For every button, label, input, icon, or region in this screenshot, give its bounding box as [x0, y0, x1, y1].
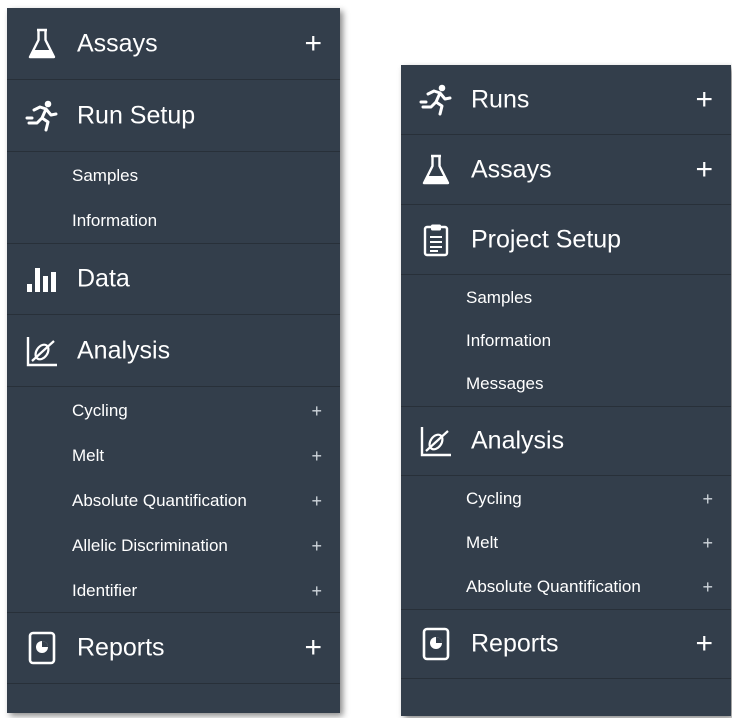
submenu-item-absolute-quantification[interactable]: Absolute Quantification +: [7, 478, 340, 523]
submenu-item-absolute-quantification[interactable]: Absolute Quantification +: [401, 565, 731, 609]
bar-chart-icon: [25, 262, 59, 296]
submenu-item-label: Cycling: [466, 489, 522, 508]
menu-item-data[interactable]: Data: [7, 243, 340, 315]
submenu-item-cycling[interactable]: Cycling +: [401, 477, 731, 521]
flask-icon: [419, 153, 453, 187]
submenu-item-label: Identifier: [72, 580, 138, 600]
submenu-item-label: Information: [72, 210, 158, 230]
submenu-item-samples[interactable]: Samples: [7, 153, 340, 198]
submenu-item-label: Melt: [72, 445, 105, 465]
menu-item-label: Assays: [77, 29, 158, 57]
menu-item-label: Reports: [77, 633, 165, 662]
runner-icon: [25, 99, 59, 133]
report-icon: [25, 631, 59, 665]
expand-icon[interactable]: +: [304, 28, 322, 59]
menu-item-label: Data: [77, 264, 130, 293]
submenu-item-label: Allelic Discrimination: [72, 535, 228, 555]
expand-icon[interactable]: +: [702, 490, 713, 508]
submenu-item-label: Absolute Quantification: [466, 577, 641, 596]
submenu-item-cycling[interactable]: Cycling +: [7, 388, 340, 433]
submenu-item-melt[interactable]: Melt +: [7, 433, 340, 478]
menu-item-assays[interactable]: Assays +: [401, 135, 731, 205]
menu-item-label: Assays: [471, 155, 552, 183]
menu-item-reports[interactable]: Reports +: [401, 609, 731, 679]
submenu-item-label: Melt: [466, 533, 499, 552]
expand-icon[interactable]: +: [304, 633, 322, 663]
expand-icon[interactable]: +: [311, 447, 322, 465]
right-navigation-menu: Runs + Assays + Project Setup Samples In…: [401, 65, 731, 716]
menu-item-analysis[interactable]: Analysis: [401, 406, 731, 476]
submenu-item-information[interactable]: Information: [401, 319, 731, 362]
submenu-item-identifier[interactable]: Identifier +: [7, 568, 340, 613]
expand-icon[interactable]: +: [311, 492, 322, 510]
menu-item-runs[interactable]: Runs +: [401, 65, 731, 135]
menu-item-label: Runs: [471, 85, 530, 113]
menu-item-label: Run Setup: [77, 101, 196, 129]
analysis-chart-icon: [419, 424, 453, 458]
analysis-chart-icon: [25, 334, 59, 368]
report-icon: [419, 627, 453, 661]
submenu-item-label: Messages: [466, 373, 544, 393]
runner-icon: [419, 83, 453, 117]
expand-icon[interactable]: +: [695, 629, 713, 659]
menu-item-label: Reports: [471, 629, 559, 658]
submenu-item-messages[interactable]: Messages: [401, 362, 731, 405]
menu-item-analysis[interactable]: Analysis: [7, 315, 340, 387]
submenu-item-label: Samples: [466, 287, 533, 307]
submenu-item-melt[interactable]: Melt +: [401, 521, 731, 565]
expand-icon[interactable]: +: [695, 84, 713, 115]
submenu-item-label: Absolute Quantification: [72, 490, 247, 510]
expand-icon[interactable]: +: [695, 154, 713, 185]
menu-item-run-setup[interactable]: Run Setup: [7, 80, 340, 152]
menu-item-reports[interactable]: Reports +: [7, 612, 340, 684]
menu-item-label: Analysis: [77, 336, 171, 364]
expand-icon[interactable]: +: [311, 537, 322, 555]
expand-icon[interactable]: +: [311, 582, 322, 600]
expand-icon[interactable]: +: [702, 578, 713, 596]
expand-icon[interactable]: +: [702, 534, 713, 552]
expand-icon[interactable]: +: [311, 402, 322, 420]
submenu-item-label: Samples: [72, 165, 139, 185]
flask-icon: [25, 27, 59, 61]
menu-item-assays[interactable]: Assays +: [7, 8, 340, 80]
submenu-item-information[interactable]: Information: [7, 198, 340, 243]
menu-item-label: Project Setup: [471, 225, 622, 253]
menu-item-project-setup[interactable]: Project Setup: [401, 205, 731, 275]
submenu-item-samples[interactable]: Samples: [401, 276, 731, 319]
clipboard-icon: [419, 223, 453, 257]
menu-item-label: Analysis: [471, 426, 565, 455]
left-navigation-menu: Assays + Run Setup Samples Information D…: [7, 8, 340, 713]
submenu-item-allelic-discrimination[interactable]: Allelic Discrimination +: [7, 523, 340, 568]
submenu-item-label: Cycling: [72, 400, 128, 420]
submenu-item-label: Information: [466, 330, 552, 350]
